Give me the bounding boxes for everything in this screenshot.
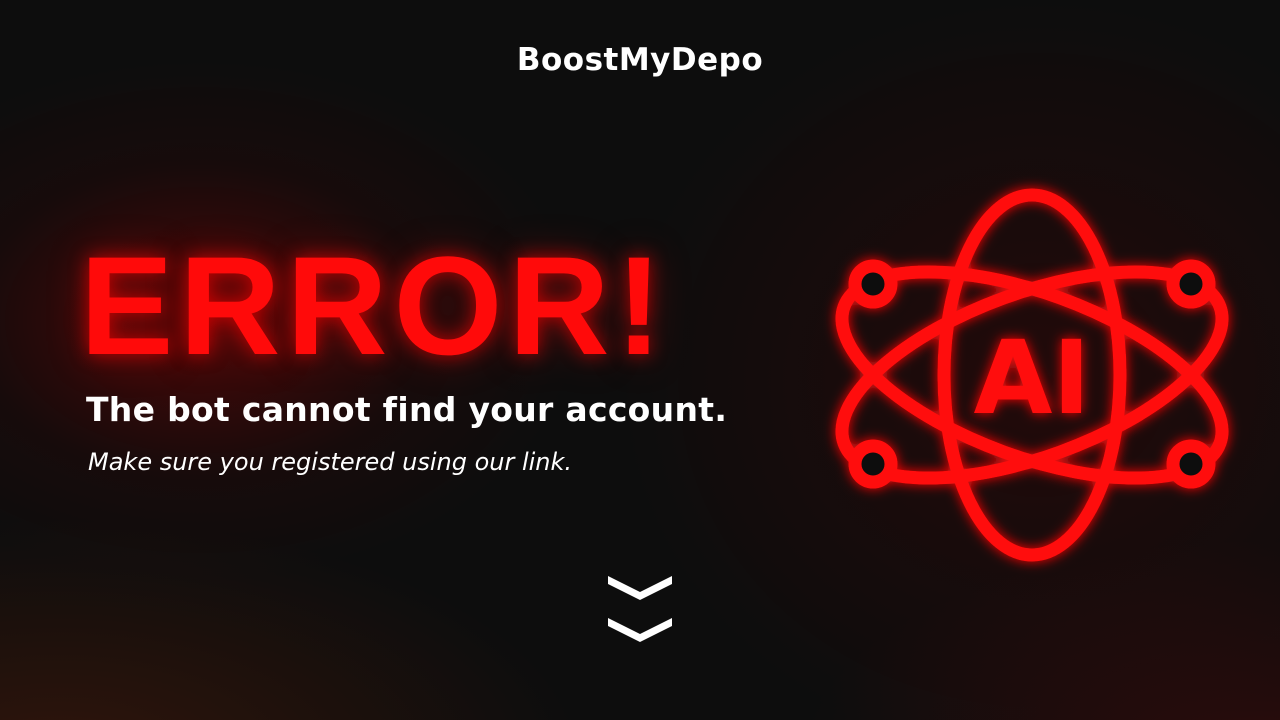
error-heading: ERROR! [80,227,669,384]
scroll-down-button[interactable] [606,570,674,646]
atom-electron-top-left [848,259,898,309]
atom-electron-bottom-right [1166,439,1216,489]
error-hint: Make sure you registered using our link. [88,448,573,476]
ai-atom-icon: AI [820,165,1240,585]
atom-label: AI [974,319,1091,438]
atom-electron-top-right [1166,259,1216,309]
brand-title: BoostMyDepo [516,42,764,78]
atom-electron-bottom-left [848,439,898,489]
double-chevron-down-icon [608,576,672,642]
error-message: The bot cannot find your account. [86,390,728,429]
